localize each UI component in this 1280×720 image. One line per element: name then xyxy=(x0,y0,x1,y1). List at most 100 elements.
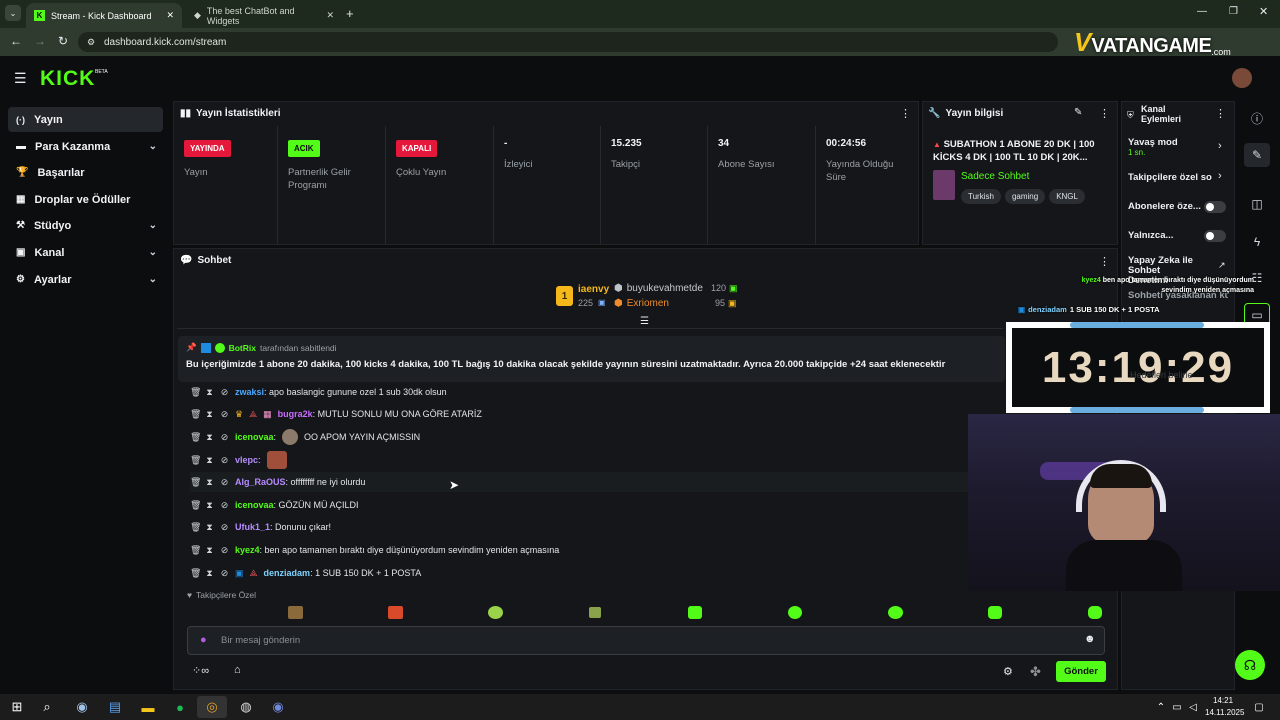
send-button[interactable]: Gönder xyxy=(1056,661,1106,682)
emote-icon[interactable] xyxy=(688,606,702,619)
followers-only-action[interactable]: Takipçilere özel so › xyxy=(1128,170,1228,186)
chat-message[interactable]: 🗑 ⧗ ⊘ ♛ ⟁ ▦ bugra2k: MUTLU SONLU MU ONA GÖRE… xyxy=(190,404,482,424)
expand-leaderboard-icon[interactable]: ☰ xyxy=(640,316,649,327)
chat-message[interactable]: 🗑 ⧗ ⊘ icenovaa: GÖZÜN MÜ AÇILDI xyxy=(190,495,359,515)
avatar[interactable] xyxy=(1232,68,1252,88)
sidebar-item-ayarlar[interactable]: ⚙ Ayarlar ⌄ xyxy=(8,267,163,292)
emote-icon[interactable] xyxy=(1088,606,1102,619)
emote-icon[interactable] xyxy=(788,606,802,619)
back-icon[interactable]: ← xyxy=(10,34,22,48)
sidebar-item-yayin[interactable]: (·) Yayın xyxy=(8,107,163,132)
sidebar-item-studyo[interactable]: ⚒ Stüdyo ⌄ xyxy=(8,213,163,238)
obs-icon[interactable]: ◍ xyxy=(236,696,256,718)
pen-icon[interactable]: ✎ xyxy=(1244,143,1270,167)
network-icon[interactable]: ▭ xyxy=(1170,696,1184,718)
ban-icon[interactable]: ⊘ xyxy=(220,387,229,398)
camera-icon[interactable]: ◫ xyxy=(1244,192,1270,216)
points-icon[interactable]: ⁘∞ xyxy=(192,664,209,677)
sidebar-item-basarilar[interactable]: 🏆 Başarılar xyxy=(8,160,163,185)
username[interactable]: vlepc xyxy=(235,455,258,465)
timeout-icon[interactable]: ⧗ xyxy=(205,455,214,466)
sidebar-item-para-kazanma[interactable]: ▬ Para Kazanma ⌄ xyxy=(8,134,163,159)
chrome-icon[interactable]: ◎ xyxy=(197,696,227,718)
timeout-icon[interactable]: ⧗ xyxy=(205,568,214,579)
chat-menu-icon[interactable]: ⋮ xyxy=(1099,255,1110,268)
tab-botrix[interactable]: ◆ The best ChatBot and Widgets ✕ xyxy=(186,3,342,28)
delete-icon[interactable]: 🗑 xyxy=(190,568,201,579)
ban-icon[interactable]: ⊘ xyxy=(220,568,229,579)
forward-icon[interactable]: → xyxy=(34,34,46,48)
ban-icon[interactable]: ⊘ xyxy=(220,522,229,533)
timeout-icon[interactable]: ⧗ xyxy=(205,477,214,488)
delete-icon[interactable]: 🗑 xyxy=(190,477,201,488)
ban-icon[interactable]: ⊘ xyxy=(220,455,229,466)
chat-message[interactable]: 🗑 ⧗ ⊘ Ufuk1_1: Donunu çıkar! xyxy=(190,517,331,537)
subscribers-only-action[interactable]: Abonelere öze... xyxy=(1128,201,1228,215)
tab-list-button[interactable]: ⌄ xyxy=(5,5,21,21)
tab-close-icon[interactable]: ✕ xyxy=(166,10,174,21)
tag[interactable]: Turkish xyxy=(961,189,1001,204)
timeout-icon[interactable]: ⧗ xyxy=(205,522,214,533)
message-input[interactable]: Bir mesaj gönderin xyxy=(221,635,300,646)
ban-icon[interactable]: ⊘ xyxy=(220,545,229,556)
new-tab-button[interactable]: + xyxy=(346,6,354,21)
minimize-icon[interactable]: — xyxy=(1197,6,1207,17)
emote-icon[interactable] xyxy=(888,606,903,619)
delete-icon[interactable]: 🗑 xyxy=(190,409,201,420)
sidebar-item-droplar[interactable]: ▦ Droplar ve Ödüller xyxy=(8,187,163,212)
emote-icon[interactable] xyxy=(488,606,503,619)
info-icon[interactable]: ⓘ xyxy=(1244,106,1270,130)
username[interactable]: bugra2k xyxy=(278,409,313,419)
category-link[interactable]: Sadece Sohbet xyxy=(961,171,1029,182)
subscribers-only-toggle[interactable] xyxy=(1204,201,1226,213)
emote-only-action[interactable]: Yalnızca... xyxy=(1128,230,1228,244)
timeout-icon[interactable]: ⧗ xyxy=(205,409,214,420)
username[interactable]: zwaksi xyxy=(235,387,264,397)
timeout-icon[interactable]: ⧗ xyxy=(205,432,214,443)
sidebar-item-kanal[interactable]: ▣ Kanal ⌄ xyxy=(8,240,163,265)
emoji-icon[interactable]: ☻ xyxy=(1084,633,1096,645)
discord-icon[interactable]: ◉ xyxy=(268,696,288,718)
timeout-icon[interactable]: ⧗ xyxy=(205,500,214,511)
windows-start-icon[interactable]: ⊞ xyxy=(8,696,26,718)
ban-icon[interactable]: ⊘ xyxy=(220,477,229,488)
spotify-icon[interactable]: ● xyxy=(170,696,190,718)
tab-kick-dashboard[interactable]: K Stream - Kick Dashboard ✕ xyxy=(26,3,182,28)
ban-icon[interactable]: ⊘ xyxy=(220,500,229,511)
emote-icon[interactable] xyxy=(589,607,601,618)
emote-icon[interactable] xyxy=(988,606,1002,619)
search-icon[interactable]: ⌕ xyxy=(38,696,56,718)
timeout-icon[interactable]: ⧗ xyxy=(205,545,214,556)
emote-icon[interactable] xyxy=(288,606,303,619)
timeout-icon[interactable]: ⧗ xyxy=(205,387,214,398)
username[interactable]: Ufuk1_1 xyxy=(235,522,270,532)
emote-icon[interactable] xyxy=(388,606,403,619)
reload-icon[interactable]: ↻ xyxy=(58,34,68,48)
username[interactable]: Alg_RaOUS xyxy=(235,477,286,487)
delete-icon[interactable]: 🗑 xyxy=(190,387,201,398)
chat-settings-icon[interactable]: ⚙ xyxy=(1003,665,1013,678)
edit-icon[interactable]: ✎ xyxy=(1074,107,1082,118)
username[interactable]: icenovaa xyxy=(235,432,274,442)
chat-message[interactable]: 🗑 ⧗ ⊘ Alg_RaOUS: offffffff ne iyi olurdu xyxy=(190,472,970,492)
tag[interactable]: KNGL xyxy=(1049,189,1085,204)
lightning-icon[interactable]: ϟ xyxy=(1244,230,1270,254)
chat-message[interactable]: 🗑 ⧗ ⊘ vlepc: xyxy=(190,450,287,470)
support-chat-button[interactable]: ☊ xyxy=(1235,650,1265,680)
ban-icon[interactable]: ⊘ xyxy=(220,409,229,420)
site-info-icon[interactable]: ⚙ xyxy=(87,37,95,48)
volume-icon[interactable]: ◁ xyxy=(1186,696,1200,718)
username[interactable]: kyez4 xyxy=(235,545,260,555)
store-icon[interactable]: ⌂ xyxy=(234,664,241,676)
username[interactable]: denziadam xyxy=(264,568,311,578)
store-app-icon[interactable]: ▤ xyxy=(105,696,125,718)
folder-icon[interactable]: ▬ xyxy=(138,696,158,718)
emote-only-toggle[interactable] xyxy=(1204,230,1226,242)
delete-icon[interactable]: 🗑 xyxy=(190,545,201,556)
slow-mode-action[interactable]: Yavaş mod 1 sn. › xyxy=(1128,137,1228,163)
restore-icon[interactable]: ❐ xyxy=(1229,6,1238,17)
username[interactable]: icenovaa xyxy=(235,500,274,510)
mic-icon[interactable]: ● xyxy=(200,634,207,646)
stream-info-menu-icon[interactable]: ⋮ xyxy=(1099,107,1110,120)
chat-message[interactable]: 🗑 ⧗ ⊘ icenovaa: OO APOM YAYIN AÇMISSIN xyxy=(190,427,420,447)
